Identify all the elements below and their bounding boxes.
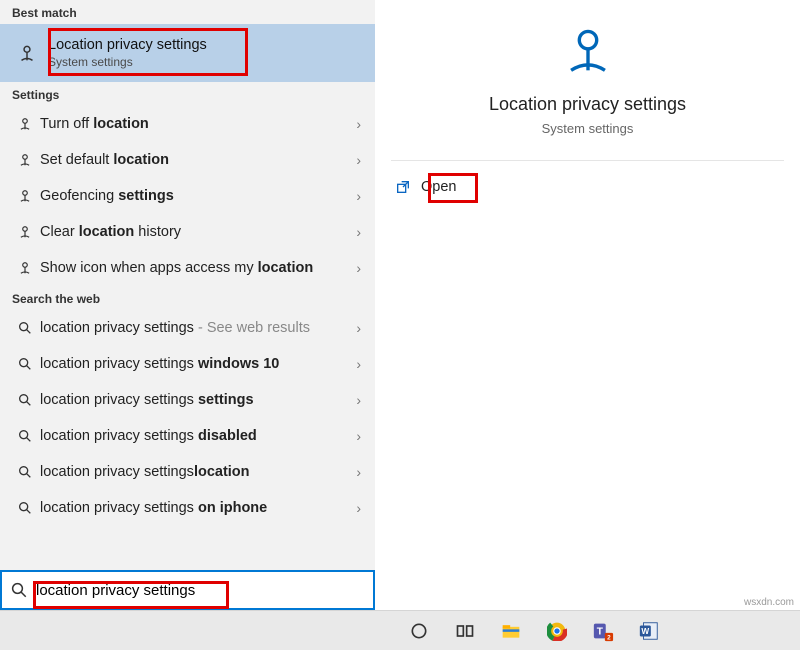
settings-item-text: Show icon when apps access my location [38, 259, 356, 278]
web-item-text: location privacy settings disabled [38, 427, 356, 446]
web-item[interactable]: location privacy settings - See web resu… [0, 310, 375, 346]
web-item[interactable]: location privacy settingslocation› [0, 454, 375, 490]
open-icon [395, 179, 411, 195]
web-item-text: location privacy settings on iphone [38, 499, 356, 518]
chevron-right-icon: › [356, 500, 363, 516]
web-item[interactable]: location privacy settings disabled› [0, 418, 375, 454]
svg-text:W: W [641, 626, 649, 635]
settings-item[interactable]: Set default location› [0, 142, 375, 178]
web-item[interactable]: location privacy settings windows 10› [0, 346, 375, 382]
search-icon [12, 428, 38, 444]
search-input[interactable] [36, 580, 373, 601]
search-bar[interactable] [0, 570, 375, 610]
best-match-item[interactable]: Location privacy settings System setting… [0, 24, 375, 82]
open-action[interactable]: Open [395, 179, 800, 195]
settings-label: Settings [0, 82, 375, 106]
web-label: Search the web [0, 286, 375, 310]
details-sub: System settings [375, 121, 800, 136]
web-item[interactable]: location privacy settings on iphone› [0, 490, 375, 526]
location-icon [12, 187, 38, 205]
chevron-right-icon: › [356, 188, 363, 204]
location-icon [12, 223, 38, 241]
settings-item[interactable]: Show icon when apps access my location› [0, 250, 375, 286]
web-item-text: location privacy settings - See web resu… [38, 319, 356, 338]
file-explorer-icon[interactable] [497, 617, 525, 645]
web-item-text: location privacy settings settings [38, 391, 356, 410]
word-icon[interactable]: W [635, 617, 663, 645]
chevron-right-icon: › [356, 428, 363, 444]
location-icon [12, 259, 38, 277]
chevron-right-icon: › [356, 392, 363, 408]
web-item[interactable]: location privacy settings settings› [0, 382, 375, 418]
watermark: wsxdn.com [744, 597, 794, 608]
settings-item[interactable]: Turn off location› [0, 106, 375, 142]
chevron-right-icon: › [356, 320, 363, 336]
chevron-right-icon: › [356, 356, 363, 372]
settings-item[interactable]: Clear location history› [0, 214, 375, 250]
search-icon [12, 392, 38, 408]
teams-icon[interactable]: T2 [589, 617, 617, 645]
details-title: Location privacy settings [375, 94, 800, 115]
location-icon [12, 151, 38, 169]
task-view-icon[interactable] [451, 617, 479, 645]
web-item-text: location privacy settings windows 10 [38, 355, 356, 374]
search-icon [12, 320, 38, 336]
settings-item-text: Set default location [38, 151, 356, 170]
web-item-text: location privacy settingslocation [38, 463, 356, 482]
chevron-right-icon: › [356, 464, 363, 480]
svg-text:T: T [597, 626, 604, 637]
chevron-right-icon: › [356, 116, 363, 132]
search-icon [12, 464, 38, 480]
settings-item-text: Turn off location [38, 115, 356, 134]
settings-item-text: Geofencing settings [38, 187, 356, 206]
settings-item-text: Clear location history [38, 223, 356, 242]
open-label: Open [421, 179, 456, 195]
best-match-title: Location privacy settings [48, 37, 207, 53]
chevron-right-icon: › [356, 224, 363, 240]
location-icon [12, 42, 42, 64]
location-icon [12, 115, 38, 133]
search-icon [12, 356, 38, 372]
chrome-icon[interactable] [543, 617, 571, 645]
location-icon-large [375, 22, 800, 80]
best-match-label: Best match [0, 0, 375, 24]
separator [391, 160, 784, 161]
cortana-icon[interactable] [405, 617, 433, 645]
chevron-right-icon: › [356, 152, 363, 168]
svg-text:2: 2 [607, 634, 611, 641]
chevron-right-icon: › [356, 260, 363, 276]
best-match-sub: System settings [48, 55, 207, 69]
settings-item[interactable]: Geofencing settings› [0, 178, 375, 214]
search-icon [12, 500, 38, 516]
taskbar: T2 W [0, 610, 800, 650]
search-icon [2, 581, 36, 599]
